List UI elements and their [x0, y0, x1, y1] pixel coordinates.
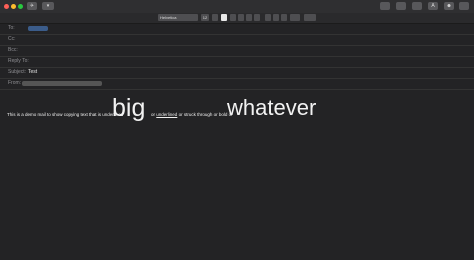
from-row[interactable]: From: — [0, 78, 474, 90]
align-right-button[interactable] — [281, 14, 287, 21]
underline-button[interactable] — [246, 14, 252, 21]
edit-button[interactable] — [396, 2, 406, 10]
align-center-button[interactable] — [273, 14, 279, 21]
underlined-text: underlined — [156, 112, 178, 117]
bold-button[interactable] — [230, 14, 236, 21]
from-address-redacted[interactable] — [22, 81, 102, 86]
big-word: big — [112, 94, 146, 122]
text-color-swatch[interactable] — [221, 14, 227, 21]
message-body[interactable]: This is a demo mail to show copying text… — [7, 94, 467, 134]
bcc-label: Bcc: — [8, 47, 18, 53]
font-size-selector[interactable]: 12 — [201, 14, 209, 21]
body-text-or: or — [151, 112, 156, 117]
cc-label: Cc: — [8, 36, 16, 42]
body-text-rest: or underlined or struck through or bold … — [151, 112, 233, 117]
format-text-button[interactable]: A — [428, 2, 438, 10]
font-selector[interactable]: Helvetica — [158, 14, 198, 21]
close-window-button[interactable] — [4, 4, 9, 9]
reply-button[interactable] — [380, 2, 390, 10]
minimize-window-button[interactable] — [11, 4, 16, 9]
subject-value[interactable]: Test — [28, 69, 37, 75]
recipient-token[interactable] — [28, 26, 48, 31]
body-text-tail: or struck through or bold or — [178, 112, 233, 117]
body-text-start: This is a demo mail to show copying text… — [7, 112, 124, 117]
whatever-word: whatever — [227, 95, 317, 120]
indent-button[interactable] — [304, 14, 316, 21]
to-label: To: — [8, 25, 15, 31]
zoom-window-button[interactable] — [18, 4, 23, 9]
reply-to-label: Reply To: — [8, 58, 29, 64]
markup-button[interactable] — [412, 2, 422, 10]
strikethrough-button[interactable] — [254, 14, 260, 21]
attach-button[interactable]: ▾ — [42, 2, 54, 10]
italic-button[interactable] — [238, 14, 244, 21]
emoji-button[interactable]: ☻ — [444, 2, 454, 10]
align-left-button[interactable] — [265, 14, 271, 21]
from-label: From: — [8, 80, 22, 86]
photo-button[interactable] — [459, 2, 469, 10]
title-bar: ✈ ▾ A ☻ — [0, 0, 474, 14]
message-headers: To: Cc: Bcc: Reply To: Subject: Test Fro… — [0, 23, 474, 90]
list-button[interactable] — [290, 14, 300, 21]
subject-label: Subject: — [8, 69, 27, 75]
color-button[interactable] — [212, 14, 218, 21]
send-button[interactable]: ✈ — [27, 2, 37, 10]
